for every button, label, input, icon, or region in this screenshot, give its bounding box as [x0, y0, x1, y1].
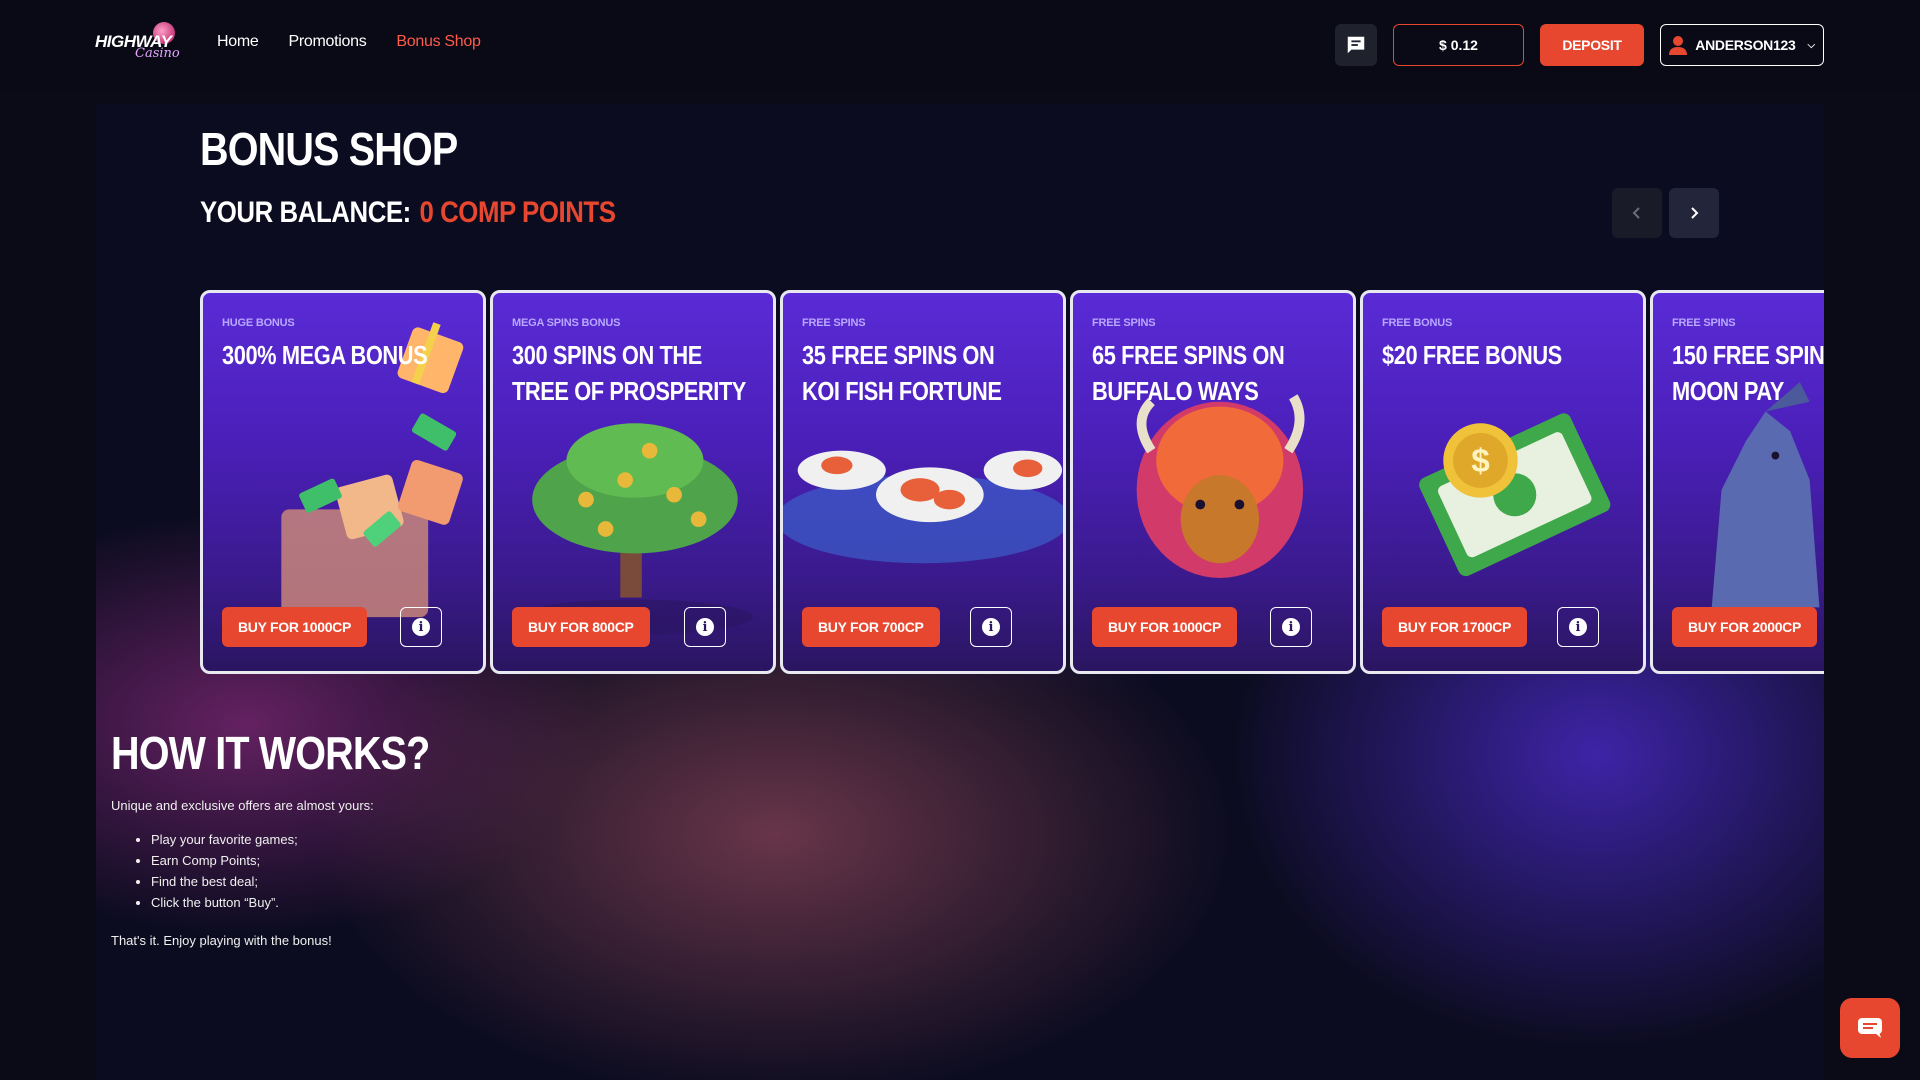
buy-button[interactable]: BUY FOR 800CP [512, 607, 650, 647]
buy-button[interactable]: BUY FOR 1000CP [222, 607, 368, 647]
info-button[interactable]: i [1557, 607, 1599, 647]
svg-text:$: $ [1471, 443, 1490, 480]
messages-button[interactable] [1335, 24, 1377, 66]
support-chat-button[interactable] [1840, 998, 1900, 1058]
info-icon: i [982, 618, 1000, 636]
how-outro: That's it. Enjoy playing with the bonus! [111, 933, 332, 948]
chevron-left-icon [1632, 207, 1640, 219]
list-item: Find the best deal; [151, 874, 298, 895]
carousel-prev-button[interactable] [1612, 188, 1662, 238]
card-title: 35 FREE SPINS ON KOI FISH FORTUNE [802, 340, 1002, 406]
card-title: 300% MEGA BONUS [222, 340, 428, 370]
info-button[interactable]: i [400, 607, 442, 647]
balance-label: YOUR BALANCE: [200, 196, 411, 229]
card-tag: FREE SPINS [802, 317, 866, 329]
bonus-card: FREE SPINS 35 FREE SPINS ON KOI FISH FOR… [780, 290, 1066, 674]
bonus-card: HUGE BONUS 300% MEGA BONUS BUY FOR 1000C… [200, 290, 486, 674]
buy-button[interactable]: BUY FOR 2000CP [1672, 607, 1818, 647]
main-nav: Home Promotions Bonus Shop [217, 33, 511, 51]
card-tag: FREE SPINS [1092, 317, 1156, 329]
chat-icon [1347, 36, 1365, 54]
carousel-next-button[interactable] [1669, 188, 1719, 238]
page-title: BONUS SHOP [200, 123, 458, 175]
info-button[interactable]: i [1270, 607, 1312, 647]
top-header: HIGHWAY Casino Home Promotions Bonus Sho… [0, 0, 1920, 90]
bonus-carousel: HUGE BONUS 300% MEGA BONUS BUY FOR 1000C… [200, 290, 1824, 674]
info-icon: i [1569, 618, 1587, 636]
user-menu-button[interactable]: ANDERSON123 ⌵ [1660, 24, 1824, 66]
logo-text-bottom: Casino [135, 46, 180, 61]
info-icon: i [696, 618, 714, 636]
card-tag: HUGE BONUS [222, 317, 295, 329]
balance-value: 0 COMP POINTS [419, 196, 616, 229]
how-intro: Unique and exclusive offers are almost y… [111, 798, 374, 813]
card-tag: FREE SPINS [1672, 317, 1736, 329]
buy-button[interactable]: BUY FOR 1000CP [1092, 607, 1238, 647]
buy-button[interactable]: BUY FOR 700CP [802, 607, 940, 647]
list-item: Earn Comp Points; [151, 853, 298, 874]
nav-home[interactable]: Home [217, 33, 259, 51]
user-icon [1669, 36, 1688, 55]
nav-promotions[interactable]: Promotions [288, 33, 366, 51]
chevron-right-icon [1691, 207, 1699, 219]
site-logo[interactable]: HIGHWAY Casino [95, 22, 185, 66]
how-it-works-title: HOW IT WORKS? [111, 727, 430, 779]
username: ANDERSON123 [1695, 37, 1796, 53]
info-button[interactable]: i [970, 607, 1012, 647]
deposit-button[interactable]: DEPOSIT [1540, 24, 1644, 66]
info-icon: i [1282, 618, 1300, 636]
how-steps: Play your favorite games; Earn Comp Poin… [151, 832, 298, 916]
list-item: Click the button “Buy”. [151, 895, 298, 916]
buy-button[interactable]: BUY FOR 1700CP [1382, 607, 1528, 647]
chevron-down-icon: ⌵ [1807, 39, 1815, 51]
list-item: Play your favorite games; [151, 832, 298, 853]
comp-balance: YOUR BALANCE: 0 COMP POINTS [200, 196, 616, 230]
bonus-card: FREE SPINS 65 FREE SPINS ON BUFFALO WAYS… [1070, 290, 1356, 674]
card-tag: FREE BONUS [1382, 317, 1453, 329]
card-tag: MEGA SPINS BONUS [512, 317, 621, 329]
bonus-card: $ FREE BONUS $20 FREE BONUS BUY FOR 1700… [1360, 290, 1646, 674]
card-title: 65 FREE SPINS ON BUFFALO WAYS [1092, 340, 1285, 406]
info-icon: i [412, 618, 430, 636]
bonus-card: MEGA SPINS BONUS 300 SPINS ON THE TREE O… [490, 290, 776, 674]
nav-bonus-shop[interactable]: Bonus Shop [396, 33, 480, 51]
support-chat-icon [1858, 1018, 1882, 1038]
bonus-shop-panel: BONUS SHOP YOUR BALANCE: 0 COMP POINTS HU… [96, 104, 1824, 1080]
card-title: 300 SPINS ON THE TREE OF PROSPERITY [512, 340, 746, 406]
card-title: $20 FREE BONUS [1382, 340, 1562, 370]
info-button[interactable]: i [684, 607, 726, 647]
bonus-card: FREE SPINS 150 FREE SPINS WOLF MOON PAY … [1650, 290, 1824, 674]
balance-button[interactable]: $ 0.12 [1393, 24, 1524, 66]
card-title: 150 FREE SPINS WOLF MOON PAY [1672, 340, 1824, 406]
